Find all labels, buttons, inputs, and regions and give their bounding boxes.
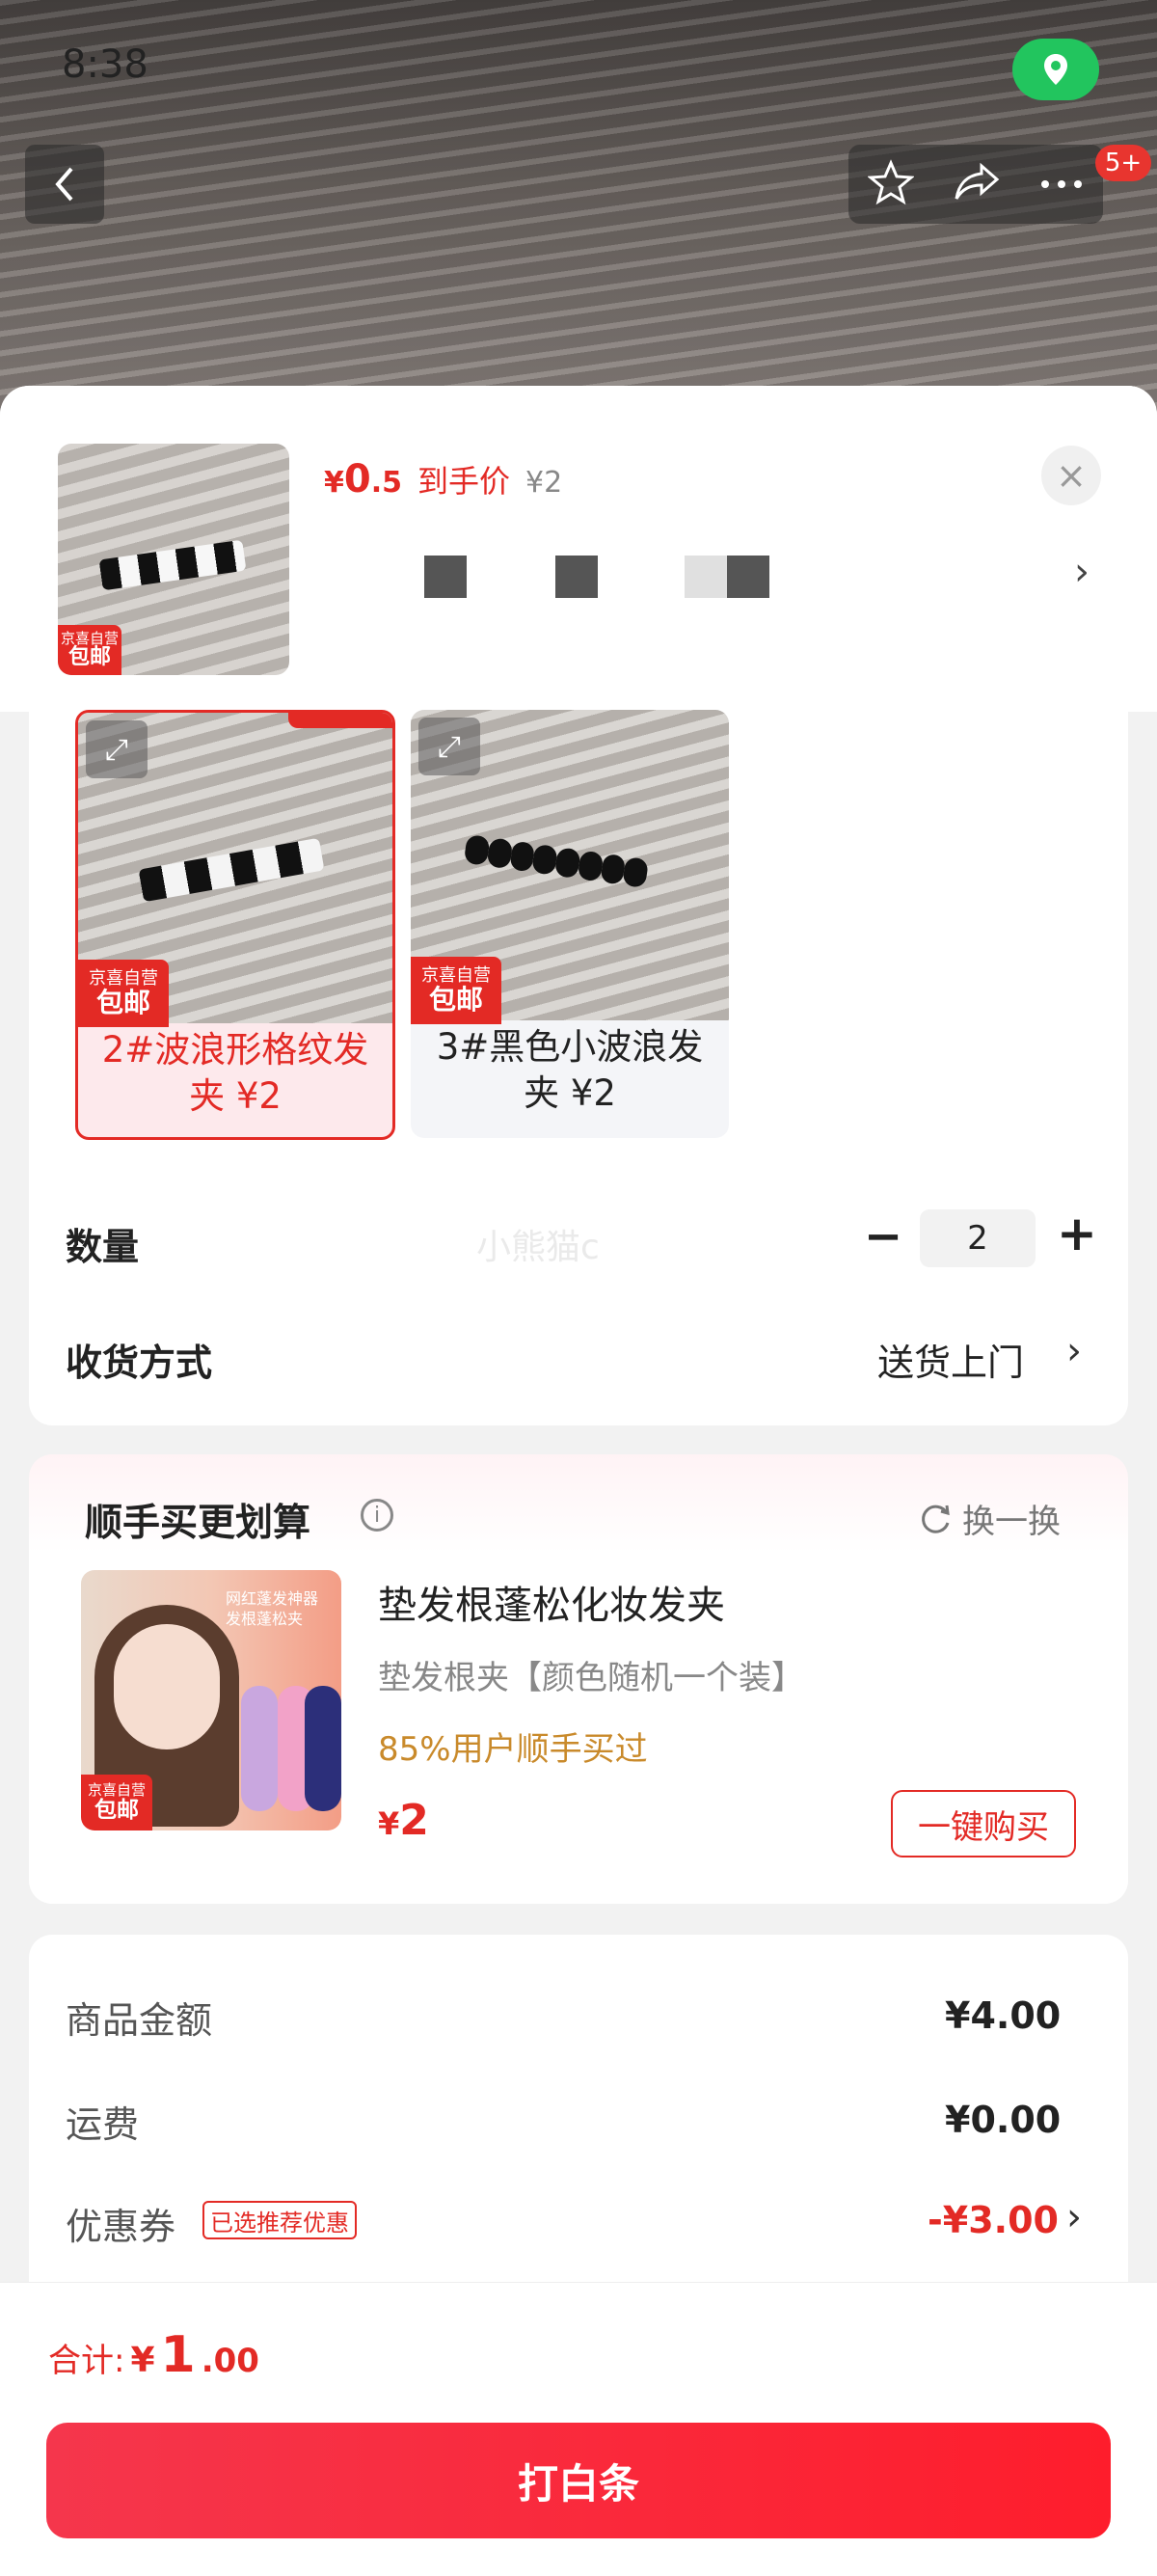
favorite-star-icon[interactable] xyxy=(867,159,915,209)
product-thumbnail[interactable]: 京喜自营 包邮 xyxy=(58,444,289,675)
image-caption: 网红蓬发神器 发根蓬松夹 xyxy=(226,1589,319,1628)
goods-amount-label: 商品金额 xyxy=(66,1999,213,2042)
jd-tag: 京喜自营 包邮 xyxy=(58,625,121,675)
recommend-product-image[interactable]: 网红蓬发神器 发根蓬松夹 京喜自营 包邮 xyxy=(81,1570,341,1830)
quantity-plus-button[interactable]: + xyxy=(1057,1206,1097,1261)
freight-label: 运费 xyxy=(66,2103,140,2146)
pay-button[interactable]: 打白条 xyxy=(46,2423,1111,2538)
refresh-icon xyxy=(922,1505,950,1533)
expand-icon[interactable]: ⤢ xyxy=(86,720,148,778)
recommend-name[interactable]: 垫发根蓬松化妆发夹 xyxy=(378,1574,725,1630)
variant-option-2[interactable]: ⤢ 京喜自营 包邮 2#波浪形格纹发 夹 ¥2 xyxy=(75,710,395,1140)
recommend-subtitle: 垫发根夹【颜色随机一个装】 xyxy=(378,1659,804,1697)
delivery-chevron-icon[interactable]: › xyxy=(1066,1329,1082,1373)
selected-spec-redacted xyxy=(424,556,769,598)
location-indicator xyxy=(1012,39,1099,100)
coupon-label: 优惠券 xyxy=(66,2206,176,2248)
location-pin-icon xyxy=(1044,54,1067,85)
freight-value: ¥0.00 xyxy=(945,2099,1062,2141)
variant-option-3[interactable]: ⤢ 京喜自营 包邮 3#黑色小波浪发 夹 ¥2 xyxy=(411,710,729,1138)
total-label: 合计: xyxy=(48,2342,125,2380)
close-icon: × xyxy=(1056,454,1087,497)
recommend-title: 顺手买更划算 xyxy=(85,1502,311,1545)
recommend-price: ¥2 xyxy=(378,1796,429,1845)
coupon-value[interactable]: -¥3.00 xyxy=(928,2199,1059,2241)
jd-tag: 京喜自营 包邮 xyxy=(81,1775,152,1830)
delivery-value[interactable]: 送货上门 xyxy=(877,1333,1024,1386)
chevron-left-icon xyxy=(55,167,73,202)
back-button[interactable] xyxy=(25,145,104,224)
quantity-label: 数量 xyxy=(66,1226,140,1268)
delivery-label: 收货方式 xyxy=(66,1342,213,1384)
message-badge: 5+ xyxy=(1095,145,1151,181)
watermark-text: 小熊猫c xyxy=(476,1228,600,1267)
jd-tag: 京喜自营 包邮 xyxy=(78,960,169,1027)
price-row: ¥0.5 到手价 ¥2 xyxy=(324,457,562,502)
final-price-label: 到手价 xyxy=(417,463,511,500)
hair-clip-image xyxy=(98,539,247,591)
goods-amount-value: ¥4.00 xyxy=(945,1994,1062,2037)
info-icon[interactable]: i xyxy=(361,1499,393,1532)
status-time: 8:38 xyxy=(62,42,148,87)
quantity-minus-button[interactable]: − xyxy=(864,1209,902,1263)
variant-caption: 2#波浪形格纹发 夹 ¥2 xyxy=(101,1029,369,1117)
jd-tag: 京喜自营 包邮 xyxy=(411,957,501,1024)
swap-button[interactable]: 换一换 xyxy=(918,1495,1061,1542)
hot-tag xyxy=(288,713,392,728)
one-click-buy-button[interactable]: 一键购买 xyxy=(891,1790,1076,1857)
close-button[interactable]: × xyxy=(1041,446,1101,505)
final-price: ¥0.5 xyxy=(324,457,402,502)
jd-tag-top: 京喜自营 xyxy=(60,629,119,647)
spec-chevron-right-icon[interactable]: › xyxy=(1074,550,1090,594)
more-icon[interactable] xyxy=(1039,176,1084,194)
quantity-input[interactable]: 2 xyxy=(920,1209,1036,1267)
recommend-stat: 85%用户顺手买过 xyxy=(378,1730,648,1769)
total-amount: 合计: ¥1.00 xyxy=(48,2326,259,2384)
original-price: ¥2 xyxy=(525,466,563,500)
expand-icon[interactable]: ⤢ xyxy=(418,718,480,775)
jd-tag-bottom: 包邮 xyxy=(67,645,111,670)
coupon-chevron-icon[interactable]: › xyxy=(1066,2195,1082,2239)
variant-caption: 3#黑色小波浪发 夹 ¥2 xyxy=(436,1026,704,1114)
share-icon[interactable] xyxy=(953,160,1001,208)
top-action-group xyxy=(848,145,1103,224)
coupon-tag: 已选推荐优惠 xyxy=(202,2201,357,2239)
